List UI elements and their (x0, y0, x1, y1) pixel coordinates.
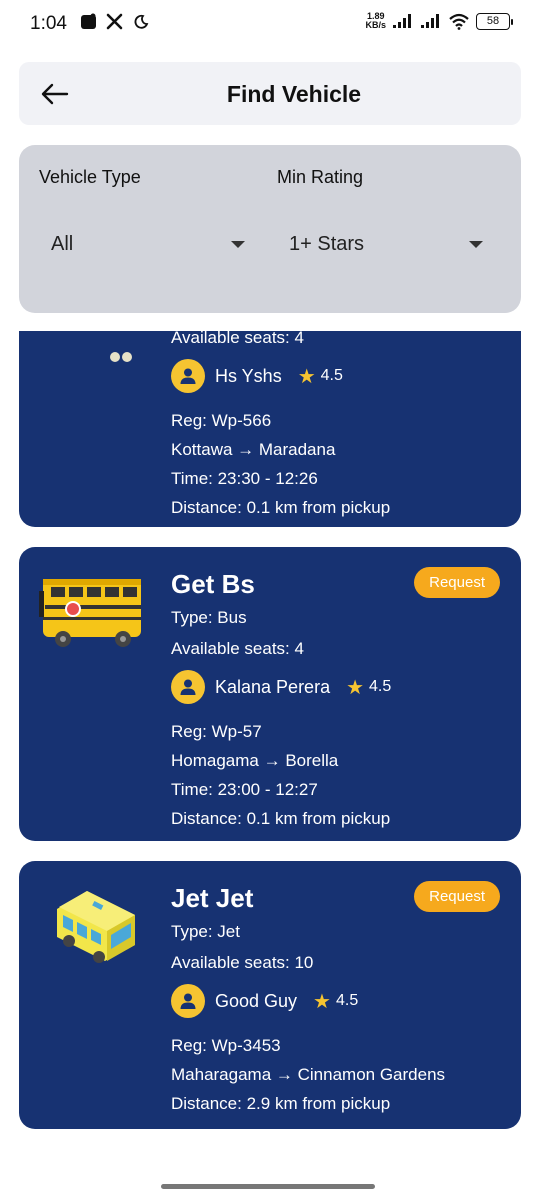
signal-icon-2 (421, 14, 439, 28)
net-speed-unit: KB/s (365, 20, 386, 30)
driver-row: Good Guy ★ 4.5 (171, 984, 445, 1018)
vehicle-name: Jet Jet (171, 883, 254, 913)
type-text: Type: Bus (171, 608, 247, 627)
vehicle-type-value: All (51, 232, 74, 255)
signal-icon (393, 14, 411, 28)
caret-down-icon (231, 240, 245, 248)
vehicle-image-icon (110, 352, 132, 362)
x-icon (106, 13, 123, 30)
distance-text: Distance: 0.1 km from pickup (171, 809, 391, 828)
reg-text: Reg: Wp-3453 (171, 1036, 281, 1055)
driver-name: Good Guy (215, 990, 298, 1011)
avatar (171, 984, 205, 1018)
rating-value: 4.5 (320, 367, 343, 384)
driver-name: Hs Yshs (215, 365, 282, 386)
min-rating-dropdown[interactable]: 1+ Stars (289, 229, 489, 259)
rating-value: 4.5 (335, 992, 359, 1009)
route-text: Maharagama → Cinnamon Gardens (171, 1065, 446, 1084)
route-text: Homagama → Borella (171, 751, 339, 770)
distance-text: Distance: 0.1 km from pickup (171, 498, 391, 517)
route-text: Kottawa → Maradana (171, 440, 336, 459)
battery-icon: 58 (476, 12, 513, 30)
person-icon (180, 368, 196, 384)
vehicle-details: Reg: Wp-3453 Maharagama → Cinnamon Garde… (171, 1036, 445, 1114)
rating-value: 4.5 (369, 678, 392, 695)
vehicle-card[interactable]: Available seats: 4 Hs Yshs ★ 4.5 Reg: Wp… (19, 331, 521, 527)
app-bar: Find Vehicle (19, 62, 521, 125)
notification-icons (80, 13, 149, 30)
time-text: Time: 23:00 - 12:27 (171, 780, 318, 799)
vehicle-card[interactable]: Request Jet Jet Type: Jet Available seat… (19, 861, 521, 1129)
star-icon: ★ (313, 990, 331, 1013)
home-indicator[interactable] (161, 1184, 375, 1189)
reg-text: Reg: Wp-566 (171, 411, 272, 430)
bus-icon (39, 579, 141, 647)
seats-text: Available seats: 10 (171, 953, 314, 972)
app-notification-icon (81, 13, 96, 29)
van-icon (57, 891, 135, 963)
seats-text: Available seats: 4 (171, 639, 304, 658)
type-text: Type: Jet (171, 922, 240, 941)
vehicle-name: Get Bs (171, 569, 255, 599)
vehicle-list[interactable]: Available seats: 4 Hs Yshs ★ 4.5 Reg: Wp… (0, 331, 540, 1161)
caret-down-icon (469, 240, 483, 248)
vehicle-details: Reg: Wp-566 Kottawa → Maradana Time: 23:… (171, 411, 390, 518)
vehicle-type-filter: Vehicle Type All (39, 167, 259, 255)
status-time: 1:04 (30, 13, 67, 34)
status-right: 1.89 KB/s 58 (365, 12, 513, 30)
status-bar: 1:04 1.89 KB/s 58 (0, 0, 540, 48)
time-text: Time: 23:30 - 12:26 (171, 469, 318, 488)
min-rating-label: Min Rating (277, 167, 364, 187)
star-icon: ★ (297, 365, 316, 388)
min-rating-value: 1+ Stars (289, 232, 365, 255)
star-icon: ★ (346, 676, 365, 699)
driver-name: Kalana Perera (215, 676, 331, 697)
avatar (171, 359, 205, 393)
vehicle-type-label: Vehicle Type (39, 167, 141, 187)
request-button[interactable]: Request (414, 567, 500, 598)
wifi-icon (449, 13, 469, 30)
person-icon (180, 993, 196, 1009)
driver-row: Hs Yshs ★ 4.5 (171, 359, 390, 393)
filter-panel: Vehicle Type All Min Rating 1+ Stars (19, 145, 521, 313)
avatar (171, 670, 205, 704)
distance-text: Distance: 2.9 km from pickup (171, 1094, 391, 1113)
net-speed: 1.89 KB/s (365, 12, 386, 30)
page-title: Find Vehicle (226, 81, 362, 107)
vehicle-card[interactable]: Request Get Bs Type: Bus Available seats… (19, 547, 521, 841)
person-icon (180, 679, 196, 695)
min-rating-filter: Min Rating 1+ Stars (277, 167, 497, 255)
reg-text: Reg: Wp-57 (171, 722, 262, 741)
moon-icon (134, 14, 149, 29)
driver-row: Kalana Perera ★ 4.5 (171, 670, 391, 704)
vehicle-type-dropdown[interactable]: All (51, 229, 251, 259)
seats-text: Available seats: 4 (171, 331, 304, 347)
vehicle-details: Reg: Wp-57 Homagama → Borella Time: 23:0… (171, 722, 391, 829)
